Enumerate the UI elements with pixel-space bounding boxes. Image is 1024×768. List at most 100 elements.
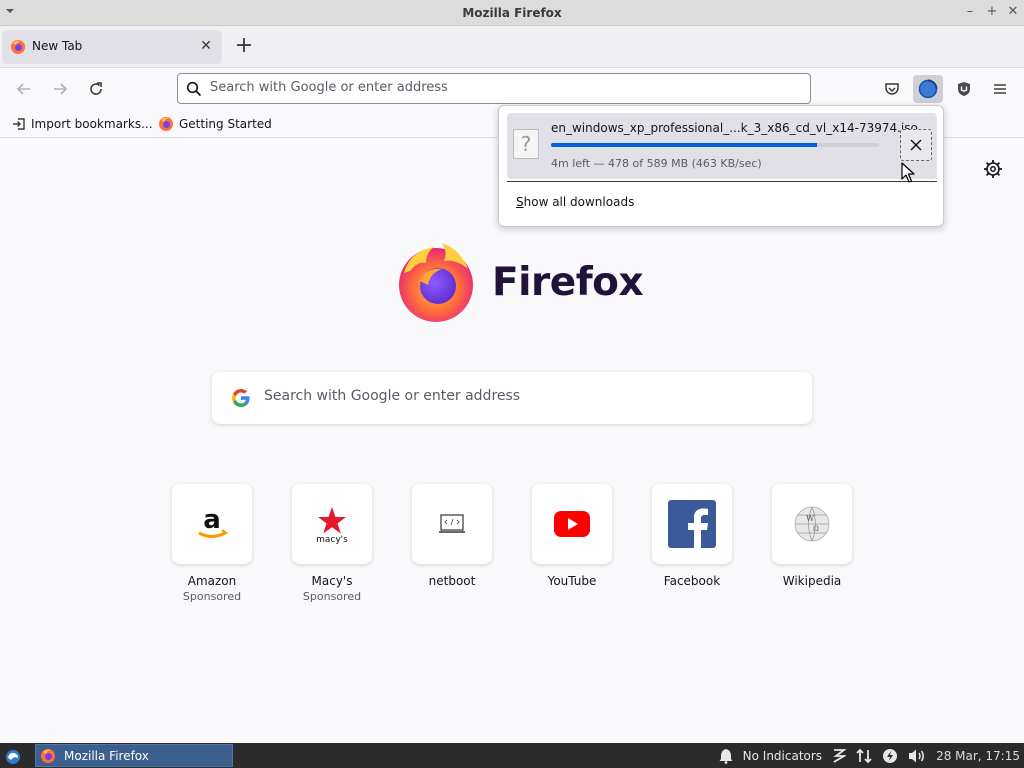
firefox-icon [11, 40, 25, 54]
svg-text:a: a [203, 506, 221, 535]
top-site-name: Wikipedia [782, 574, 842, 588]
window-title: Mozilla Firefox [462, 6, 562, 20]
minimize-icon[interactable]: – [963, 5, 977, 19]
bookmark-getting-started[interactable]: Getting Started [158, 115, 272, 133]
show-all-accesskey: S [516, 195, 524, 209]
top-site-tile[interactable]: W Ω [772, 484, 852, 564]
back-arrow-icon [16, 83, 30, 95]
search-icon [186, 81, 202, 97]
top-site-name: Macy's [311, 574, 353, 588]
bookmark-label: Import bookmarks... [31, 117, 153, 131]
downloads-progress-icon [918, 79, 938, 99]
tab-strip: New Tab ✕ + [0, 26, 1024, 68]
mouse-cursor-icon [901, 162, 915, 183]
top-site-tile[interactable] [412, 484, 492, 564]
url-bar[interactable] [177, 73, 811, 104]
volume-icon[interactable] [908, 748, 926, 764]
ublock-button[interactable] [949, 75, 979, 103]
youtube-icon [554, 511, 590, 537]
back-button[interactable] [12, 77, 36, 101]
svg-text:W: W [806, 514, 815, 523]
download-filename: en_windows_xp_professional_...k_3_x86_cd… [551, 121, 918, 135]
download-progress-bar [551, 143, 879, 147]
top-site-amazon[interactable]: a Amazon Sponsored [172, 484, 252, 603]
taskbar-window-firefox[interactable]: Mozilla Firefox [35, 744, 233, 767]
top-site-tile[interactable]: a [172, 484, 252, 564]
show-all-label: how all downloads [523, 195, 635, 209]
macys-logo-text: macy's [316, 535, 348, 544]
close-tab-icon[interactable]: ✕ [198, 38, 214, 54]
navigation-toolbar [0, 68, 1024, 110]
window-titlebar: Mozilla Firefox – + ✕ [0, 0, 1024, 26]
top-site-facebook[interactable]: Facebook [652, 484, 732, 588]
hero-search-box[interactable] [212, 372, 812, 424]
network-status-icon[interactable] [832, 748, 847, 764]
pocket-icon [885, 83, 899, 95]
app-menu-button[interactable] [985, 75, 1015, 103]
tab-new-tab[interactable]: New Tab ✕ [2, 30, 222, 64]
taskbar-window-label: Mozilla Firefox [64, 748, 149, 763]
indicators-label: No Indicators [742, 748, 823, 763]
download-progress-fill [551, 143, 817, 147]
top-site-netboot[interactable]: netboot [412, 484, 492, 588]
reload-icon [90, 82, 102, 95]
bell-icon[interactable] [719, 748, 733, 764]
new-tab-button[interactable]: + [232, 32, 256, 60]
top-site-youtube[interactable]: YouTube [532, 484, 612, 588]
xfce-menu-icon[interactable] [4, 747, 22, 765]
firefox-logo: Firefox [396, 240, 644, 324]
system-taskbar: Mozilla Firefox No Indicators 28 Mar, 17… [0, 743, 1024, 768]
top-site-tile[interactable]: macy's [292, 484, 372, 564]
firefox-logo-icon [399, 243, 473, 322]
panel-divider [507, 181, 937, 182]
power-icon[interactable] [882, 748, 898, 764]
top-site-sponsored-label: Sponsored [302, 590, 362, 603]
hamburger-menu-icon [994, 84, 1006, 94]
download-item[interactable]: ? en_windows_xp_professional_...k_3_x86_… [507, 113, 937, 179]
svg-text:Ω: Ω [813, 525, 819, 533]
top-site-tile[interactable] [652, 484, 732, 564]
google-icon [232, 389, 250, 407]
pocket-button[interactable] [877, 75, 907, 103]
transfer-arrows-icon[interactable] [856, 748, 872, 764]
macys-icon: macy's [316, 507, 348, 544]
forward-arrow-icon [54, 83, 68, 95]
close-icon [910, 139, 922, 151]
netboot-icon [439, 514, 465, 533]
firefox-icon [41, 748, 55, 763]
top-site-sponsored-label: Sponsored [182, 590, 242, 603]
bookmark-label: Getting Started [179, 117, 272, 131]
download-status: 4m left — 478 of 589 MB (463 KB/sec) [551, 157, 762, 170]
system-tray: No Indicators 28 Mar, 17:15 [719, 743, 1024, 768]
bookmark-import[interactable]: Import bookmarks... [12, 115, 153, 133]
hero-search-input[interactable] [264, 388, 784, 404]
new-tab-page: Firefox a Amazon Sponsored [0, 138, 1024, 742]
url-input[interactable] [210, 80, 790, 95]
downloads-button[interactable] [913, 75, 943, 103]
cancel-download-button[interactable] [900, 129, 932, 161]
forward-button[interactable] [48, 77, 72, 101]
gear-icon[interactable] [982, 158, 1004, 180]
maximize-icon[interactable]: + [985, 5, 999, 19]
show-all-downloads-link[interactable]: Show all downloads [516, 195, 634, 209]
tab-label: New Tab [32, 39, 83, 53]
amazon-icon: a [198, 506, 229, 538]
firefox-icon [159, 117, 173, 131]
firefox-wordmark: Firefox [492, 259, 644, 305]
top-site-name: Amazon [187, 574, 237, 588]
top-site-wikipedia[interactable]: W Ω Wikipedia [772, 484, 852, 588]
clock[interactable]: 28 Mar, 17:15 [936, 749, 1020, 763]
top-site-macys[interactable]: macy's Macy's Sponsored [292, 484, 372, 603]
top-site-tile[interactable] [532, 484, 612, 564]
top-site-name: Facebook [663, 574, 721, 588]
reload-button[interactable] [84, 77, 108, 101]
unknown-file-icon: ? [513, 129, 539, 159]
wikipedia-icon: W Ω [794, 506, 830, 542]
facebook-icon [668, 500, 716, 548]
close-window-icon[interactable]: ✕ [1006, 5, 1020, 19]
top-site-name: YouTube [547, 574, 597, 588]
import-icon [13, 118, 25, 130]
shield-icon [958, 82, 970, 96]
downloads-panel: ? en_windows_xp_professional_...k_3_x86_… [498, 105, 944, 227]
top-site-name: netboot [428, 574, 476, 588]
